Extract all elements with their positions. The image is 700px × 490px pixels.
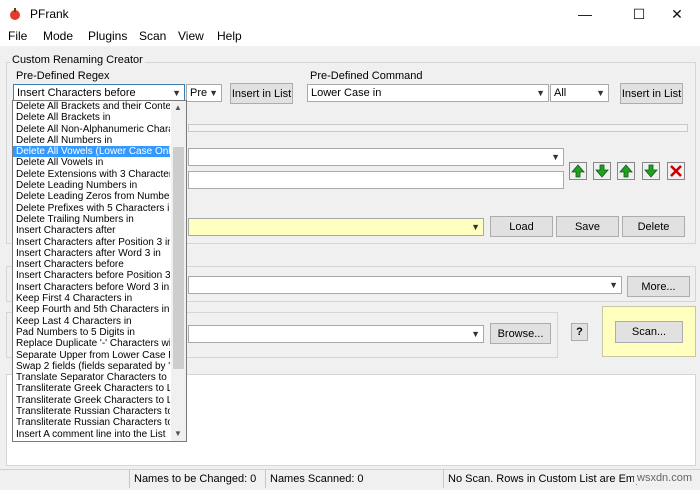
regex-dropdown-option[interactable]: Delete Trailing Numbers in xyxy=(13,214,170,225)
chevron-down-icon: ▼ xyxy=(596,88,605,98)
scan-button[interactable]: Scan... xyxy=(615,321,683,343)
green-up-arrow-icon xyxy=(619,164,633,178)
options-combo[interactable]: ▼ xyxy=(188,276,622,294)
predefined-command-label: Pre-Defined Command xyxy=(310,70,423,82)
regex-dropdown-option[interactable]: Keep First 4 Characters in xyxy=(13,293,170,304)
regex-dropdown-option[interactable]: Delete Prefixes with 5 Characters in xyxy=(13,203,170,214)
regex-dropdown-option[interactable]: Replace Duplicate '-' Characters with xyxy=(13,338,170,349)
help-button[interactable]: ? xyxy=(571,323,588,341)
scroll-down-icon[interactable]: ▼ xyxy=(174,429,182,438)
predefined-regex-value: Insert Characters before xyxy=(17,87,136,99)
regex-dropdown-option[interactable]: Delete All Vowels (Lower Case Only) xyxy=(13,146,170,158)
delete-entry-button[interactable] xyxy=(667,162,685,180)
green-down-arrow-icon xyxy=(644,164,658,178)
delete-button[interactable]: Delete xyxy=(622,216,685,237)
move-down-button[interactable] xyxy=(593,162,611,180)
predefined-regex-label: Pre-Defined Regex xyxy=(16,70,110,82)
menu-view[interactable]: View xyxy=(178,29,204,43)
red-x-icon xyxy=(670,165,682,177)
status-names-to-change: Names to be Changed: 0 xyxy=(129,470,265,488)
regex-dropdown-option[interactable]: Insert Characters after xyxy=(13,225,170,236)
regex-dropdown-option[interactable]: Delete Leading Numbers in xyxy=(13,180,170,191)
regex-dropdown-option[interactable]: Delete All Brackets and their Content xyxy=(13,101,170,112)
move-up-button[interactable] xyxy=(569,162,587,180)
regex-dropdown-option[interactable]: Swap 2 fields (fields separated by '-') xyxy=(13,361,170,372)
regex-dropdown-option[interactable]: Insert Characters before xyxy=(13,259,170,270)
pfrank-app-icon xyxy=(10,8,20,20)
browse-button[interactable]: Browse... xyxy=(490,323,551,344)
menu-scan[interactable]: Scan xyxy=(139,29,166,43)
regex-dropdown-option[interactable]: Transliterate Russian Characters to xyxy=(13,406,170,417)
predefined-command-combo[interactable]: Lower Case in ▼ xyxy=(307,84,549,102)
regex-dropdown-option[interactable]: Insert Characters after Word 3 in xyxy=(13,248,170,259)
regex-dropdown-option[interactable]: Separate Upper from Lower Case Letters xyxy=(13,350,170,361)
regex-dropdown-option[interactable]: Insert Characters before Word 3 in xyxy=(13,282,170,293)
green-up-arrow-icon xyxy=(571,164,585,178)
more-button[interactable]: More... xyxy=(627,276,690,297)
scroll-up-icon[interactable]: ▲ xyxy=(174,103,182,112)
regex-dropdown-option[interactable]: Insert Characters before Position 3 xyxy=(13,270,170,281)
command-scope-combo[interactable]: All ▼ xyxy=(550,84,609,102)
custom-list-entry-field[interactable] xyxy=(188,171,564,189)
regex-position-value: Pre xyxy=(190,87,208,99)
chevron-down-icon: ▼ xyxy=(551,152,560,162)
regex-dropdown-option[interactable]: Transliterate Russian Characters to xyxy=(13,417,170,428)
regex-dropdown-option[interactable]: Insert Characters after Position 3 in xyxy=(13,237,170,248)
status-names-scanned: Names Scanned: 0 xyxy=(265,470,441,488)
regex-dropdown-items: Delete All Brackets and their Content Del… xyxy=(13,101,186,440)
save-button[interactable]: Save xyxy=(556,216,619,237)
close-button[interactable]: ✕ xyxy=(654,0,700,28)
chevron-down-icon: ▼ xyxy=(536,88,545,98)
command-insert-in-list-button[interactable]: Insert in List xyxy=(620,83,683,104)
dropdown-scrollbar[interactable]: ▲ ▼ xyxy=(171,101,186,441)
regex-dropdown-option[interactable]: Keep Last 4 Characters in xyxy=(13,316,170,327)
predefined-command-value: Lower Case in xyxy=(311,87,382,99)
move-top-button[interactable] xyxy=(617,162,635,180)
regex-dropdown-option[interactable]: Transliterate Greek Characters to La xyxy=(13,395,170,406)
regex-dropdown-option[interactable]: Delete All Numbers in xyxy=(13,135,170,146)
load-button[interactable]: Load xyxy=(490,216,553,237)
regex-dropdown-option[interactable]: Delete All Vowels in xyxy=(13,157,170,168)
regex-dropdown-option[interactable]: Pad Numbers to 5 Digits in xyxy=(13,327,170,338)
move-bottom-button[interactable] xyxy=(642,162,660,180)
regex-dropdown-option[interactable]: Translate Separator Characters to B xyxy=(13,372,170,383)
regex-dropdown-option[interactable]: Delete Leading Zeros from Numbers xyxy=(13,191,170,202)
regex-position-combo[interactable]: Pre ▼ xyxy=(186,84,222,102)
regex-insert-in-list-button[interactable]: Insert in List xyxy=(230,83,293,104)
window-title: PFrank xyxy=(30,7,69,21)
command-scope-value: All xyxy=(554,87,567,99)
chevron-down-icon: ▼ xyxy=(209,88,218,98)
menu-mode[interactable]: Mode xyxy=(43,29,73,43)
menu-file[interactable]: File xyxy=(8,29,27,43)
chevron-down-icon: ▼ xyxy=(471,222,480,232)
chevron-down-icon: ▼ xyxy=(471,329,480,339)
regex-dropdown-list[interactable]: Delete All Brackets and their Content Del… xyxy=(12,100,187,442)
chevron-down-icon: ▼ xyxy=(609,280,618,290)
status-message: No Scan. Rows in Custom List are Empty xyxy=(443,470,643,488)
regex-dropdown-option[interactable]: Transliterate Greek Characters to La xyxy=(13,383,170,394)
preset-combo[interactable]: ▼ xyxy=(188,218,484,236)
regex-dropdown-option[interactable]: Delete All Brackets in xyxy=(13,112,170,123)
regex-dropdown-option[interactable]: Keep Fourth and 5th Characters in xyxy=(13,304,170,315)
folder-path-combo[interactable]: ▼ xyxy=(188,325,484,343)
creator-group-title: Custom Renaming Creator xyxy=(10,54,145,66)
regex-dropdown-option[interactable]: Delete Extensions with 3 Characters xyxy=(13,169,170,180)
scrollbar-thumb[interactable] xyxy=(173,147,184,369)
green-down-arrow-icon xyxy=(595,164,609,178)
chevron-down-icon: ▼ xyxy=(172,88,181,98)
regex-dropdown-option[interactable]: Insert A comment line into the List xyxy=(13,429,170,440)
watermark: wsxdn.com xyxy=(634,472,696,484)
creator-separator xyxy=(188,124,688,132)
custom-list-combo[interactable]: ▼ xyxy=(188,148,564,166)
minimize-button[interactable]: — xyxy=(562,0,608,28)
menu-help[interactable]: Help xyxy=(217,29,242,43)
regex-dropdown-option[interactable]: Delete All Non-Alphanumeric Characters xyxy=(13,124,170,135)
menu-plugins[interactable]: Plugins xyxy=(88,29,127,43)
